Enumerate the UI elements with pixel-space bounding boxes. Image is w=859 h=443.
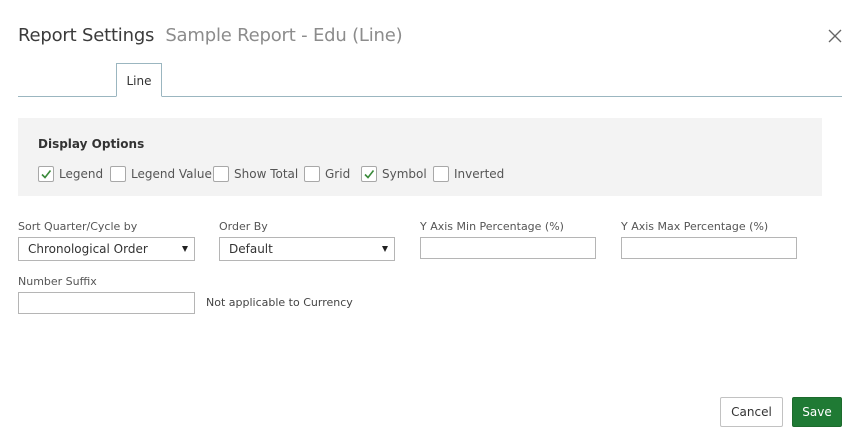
y-axis-max-label: Y Axis Max Percentage (%)	[621, 220, 769, 233]
option-label: Show Total	[234, 167, 299, 181]
option-symbol[interactable]: Symbol	[361, 166, 427, 182]
symbol-checkbox[interactable]	[361, 166, 377, 182]
grid-checkbox[interactable]	[304, 166, 320, 182]
option-label: Inverted	[454, 167, 505, 181]
dialog-title: Report Settings	[18, 25, 155, 46]
y-axis-min-input[interactable]	[420, 237, 596, 259]
order-by-select[interactable]: Default	[219, 237, 395, 261]
legend-value-checkbox[interactable]	[110, 166, 126, 182]
order-by-select-value: Default	[229, 242, 273, 256]
y-axis-min-label: Y Axis Min Percentage (%)	[420, 220, 564, 233]
dropdown-arrow-icon	[382, 246, 388, 252]
checkmark-icon	[41, 170, 52, 179]
order-by-label: Order By	[219, 220, 268, 233]
legend-checkbox[interactable]	[38, 166, 54, 182]
dialog-subtitle: Sample Report - Edu (Line)	[165, 25, 403, 46]
number-suffix-input[interactable]	[18, 292, 195, 314]
display-options-title: Display Options	[38, 137, 145, 151]
option-label: Grid	[325, 167, 351, 181]
option-label: Legend Value	[131, 167, 212, 181]
option-label: Legend	[59, 167, 104, 181]
close-icon	[828, 29, 842, 43]
dialog-header: Report Settings Sample Report - Edu (Lin…	[18, 25, 403, 49]
tab-line[interactable]: Line	[116, 63, 162, 97]
number-suffix-note: Not applicable to Currency	[206, 296, 353, 309]
option-inverted[interactable]: Inverted	[433, 166, 504, 182]
option-legend-value[interactable]: Legend Value	[110, 166, 212, 182]
number-suffix-label: Number Suffix	[18, 275, 97, 288]
sort-label: Sort Quarter/Cycle by	[18, 220, 138, 233]
checkmark-icon	[364, 170, 375, 179]
option-grid[interactable]: Grid	[304, 166, 350, 182]
option-legend[interactable]: Legend	[38, 166, 103, 182]
y-axis-max-input[interactable]	[621, 237, 797, 259]
cancel-button[interactable]: Cancel	[720, 397, 783, 427]
show-total-checkbox[interactable]	[213, 166, 229, 182]
inverted-checkbox[interactable]	[433, 166, 449, 182]
dropdown-arrow-icon	[182, 246, 188, 252]
option-show-total[interactable]: Show Total	[213, 166, 298, 182]
sort-select-value: Chronological Order	[28, 242, 148, 256]
close-button[interactable]	[826, 27, 844, 45]
report-settings-dialog: Report Settings Sample Report - Edu (Lin…	[0, 0, 859, 443]
sort-select[interactable]: Chronological Order	[18, 237, 195, 261]
save-button[interactable]: Save	[792, 397, 842, 427]
display-options-panel: Display Options Legend Legend Value Show…	[18, 118, 822, 196]
option-label: Symbol	[382, 167, 427, 181]
